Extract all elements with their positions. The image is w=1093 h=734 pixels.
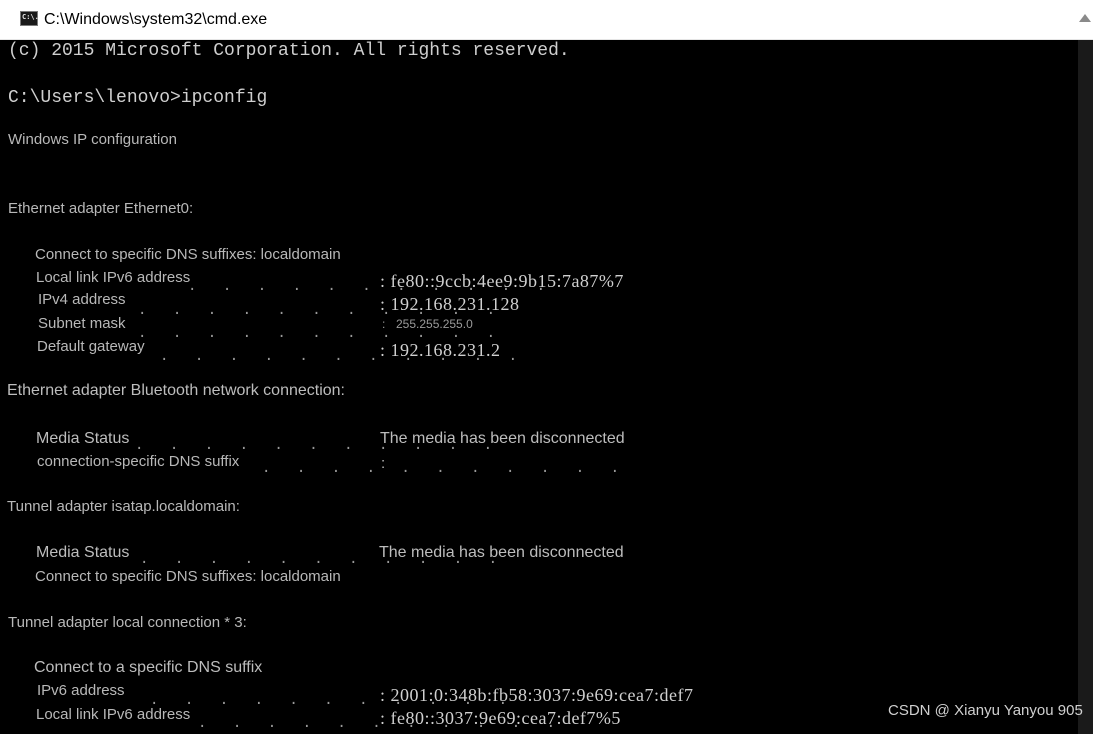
- bt-media-label: Media Status: [36, 430, 130, 447]
- csdn-watermark: CSDN @ Xianyu Yanyou 905: [888, 702, 1083, 719]
- copyright-line: (c) 2015 Microsoft Corporation. All righ…: [8, 41, 570, 61]
- console-output[interactable]: (c) 2015 Microsoft Corporation. All righ…: [0, 40, 1078, 734]
- title-bar[interactable]: C:\. C:\Windows\system32\cmd.exe: [0, 0, 1093, 40]
- local3-ipv6-label: IPv6 address: [37, 682, 125, 699]
- isatap-title: Tunnel adapter isatap.localdomain:: [7, 498, 240, 515]
- eth0-ipv6-label: Local link IPv6 address: [36, 269, 191, 286]
- eth0-mask-colon: :: [382, 317, 386, 331]
- isatap-media-value: The media has been disconnected: [379, 544, 624, 561]
- bt-dns-colon: :: [381, 455, 386, 472]
- ip-config-header: Windows IP configuration: [8, 131, 177, 148]
- eth0-gateway-value: : 192.168.231.2: [380, 340, 501, 360]
- local3-dns-suffix: Connect to a specific DNS suffix: [34, 659, 263, 676]
- eth0-ipv6-value: : fe80::9ccb:4ee9:9b15:7a87%7: [380, 271, 624, 291]
- eth0-title: Ethernet adapter Ethernet0:: [8, 200, 194, 217]
- local3-ll-value: : fe80::3037:9e69:cea7:def7%5: [380, 708, 621, 728]
- bt-dns-label: connection-specific DNS suffix: [37, 453, 240, 470]
- eth0-dns-suffix: Connect to specific DNS suffixes: locald…: [35, 246, 341, 263]
- isatap-dns-suffix: Connect to specific DNS suffixes: locald…: [35, 568, 341, 585]
- local3-ll-label: Local link IPv6 address: [36, 706, 191, 723]
- eth0-mask-value: 255.255.255.0: [396, 317, 473, 331]
- prompt-line: C:\Users\lenovo>ipconfig: [8, 88, 268, 108]
- eth0-mask-label: Subnet mask: [38, 315, 126, 332]
- local3-title: Tunnel adapter local connection * 3:: [8, 614, 247, 631]
- bt-dns-dots: . . . . . . . . . . .: [262, 460, 629, 476]
- vertical-scrollbar[interactable]: [1078, 40, 1093, 734]
- scroll-up-icon[interactable]: [1079, 14, 1091, 22]
- cmd-icon-glyph: C:\.: [22, 13, 39, 21]
- cmd-app-icon[interactable]: C:\.: [20, 11, 39, 26]
- isatap-media-label: Media Status: [36, 544, 130, 561]
- window-title: C:\Windows\system32\cmd.exe: [44, 11, 268, 28]
- eth0-ipv4-label: IPv4 address: [38, 291, 126, 308]
- bt-title: Ethernet adapter Bluetooth network conne…: [7, 382, 345, 399]
- bt-media-value: The media has been disconnected: [380, 430, 625, 447]
- eth0-ipv4-value: : 192.168.231.128: [380, 294, 520, 314]
- local3-ipv6-value: : 2001:0:348b:fb58:3037:9e69:cea7:def7: [380, 685, 694, 705]
- eth0-gateway-label: Default gateway: [37, 338, 145, 355]
